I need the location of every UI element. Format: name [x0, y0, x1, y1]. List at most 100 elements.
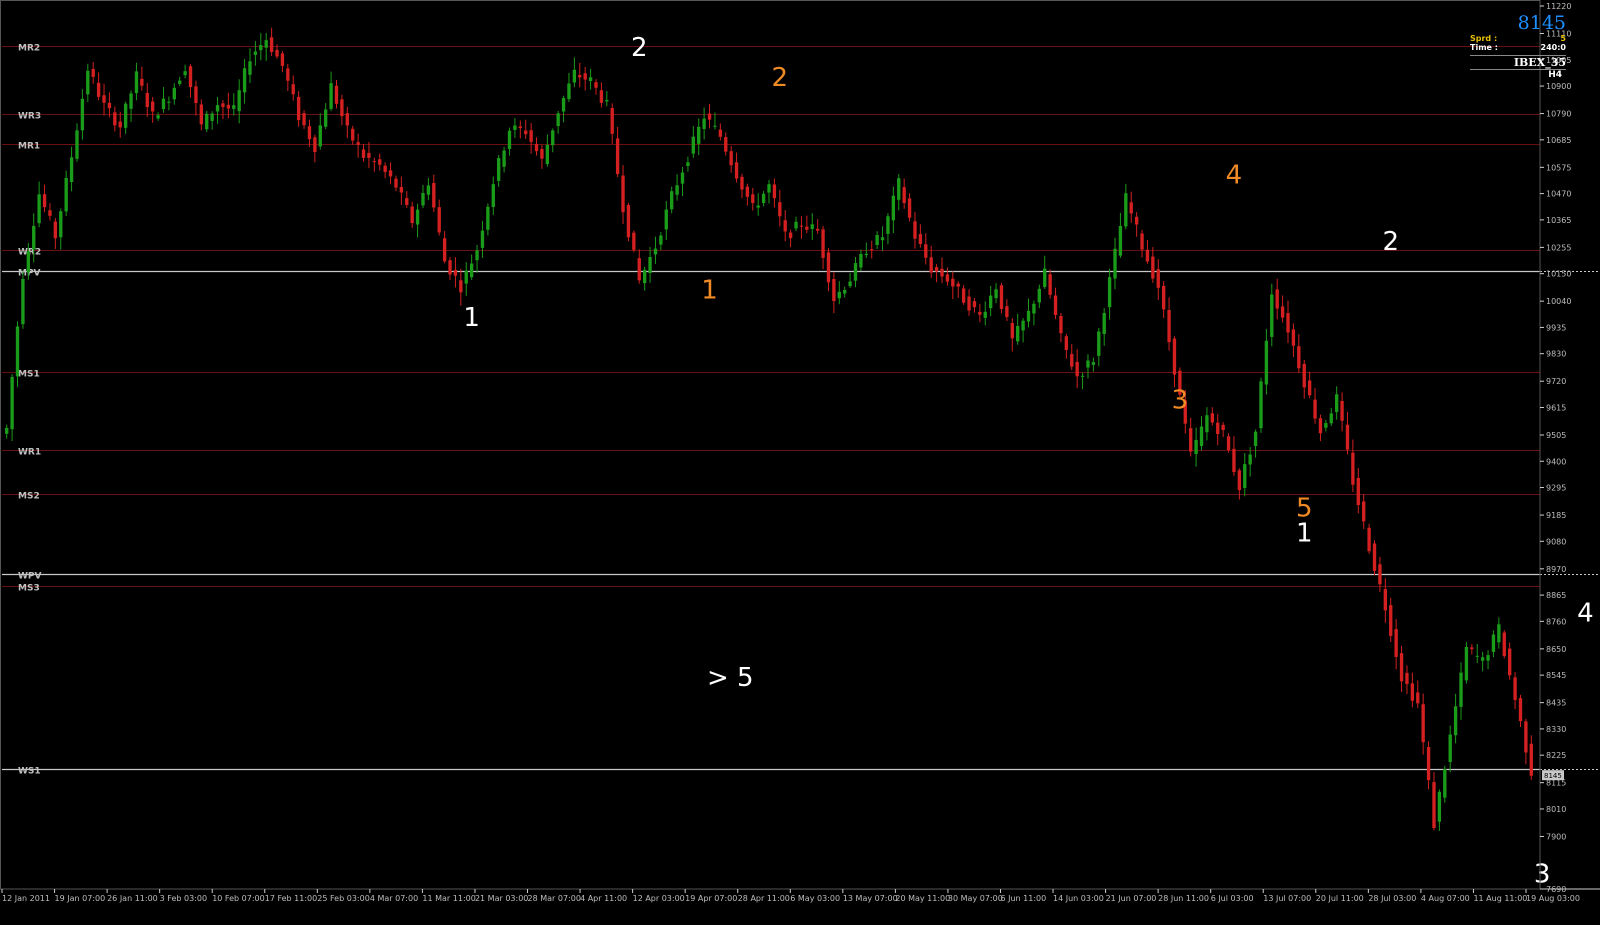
candle-body: [1334, 394, 1339, 412]
candle-body: [1059, 315, 1063, 334]
candle-body: [361, 149, 366, 158]
candle-body: [1318, 418, 1323, 434]
candle-body: [275, 49, 279, 57]
candle-body: [1345, 424, 1350, 450]
candle-body: [621, 175, 625, 213]
candle-body: [897, 178, 901, 200]
candle-body: [1221, 424, 1225, 430]
candle-body: [351, 128, 355, 141]
candle-body: [237, 90, 241, 112]
candle-body: [26, 251, 31, 273]
candle-body: [1448, 734, 1452, 762]
candle-body: [859, 253, 863, 268]
candle-body: [945, 274, 950, 282]
candle-body: [1037, 288, 1041, 303]
price-tick-label: 9935: [1546, 323, 1566, 332]
price-chart[interactable]: MR2WR3MR1WR2MPVMS1WR1MS2WPVMS3WS1 121243…: [0, 0, 1600, 921]
candle-body: [307, 126, 312, 140]
chart-background: [0, 0, 1600, 921]
candle-body: [745, 186, 750, 197]
candle-body: [707, 113, 712, 120]
price-tick-label: 9400: [1546, 457, 1566, 466]
candle-body: [853, 263, 858, 281]
candle-body: [1097, 331, 1101, 356]
time-value: 240:0: [1540, 43, 1566, 52]
candle-body: [345, 113, 349, 126]
candle-body: [10, 376, 14, 430]
candle-body: [561, 97, 566, 112]
candle-body: [42, 194, 47, 208]
candle-body: [75, 130, 79, 159]
candle-body: [891, 195, 896, 221]
candle-body: [961, 288, 966, 303]
pivot-label-wpv: WPV: [18, 572, 42, 582]
pivot-label-mr1: MR1: [18, 142, 40, 152]
candle-body: [1464, 647, 1469, 681]
time-tick-label: 11 Aug 11:00: [1473, 894, 1527, 903]
candle-body: [172, 87, 176, 100]
candle-body: [1421, 704, 1425, 743]
candle-body: [1048, 274, 1052, 295]
candle-body: [123, 103, 128, 128]
candle-body: [670, 191, 674, 210]
candle-body: [583, 73, 587, 80]
time-tick-label: 4 Apr 11:00: [580, 894, 627, 903]
candle-body: [756, 205, 760, 208]
candle-body: [32, 225, 36, 250]
time-tick-label: 21 Jun 07:00: [1106, 894, 1157, 903]
symbol-name: IBEX_35: [1470, 55, 1566, 70]
candle-body: [437, 207, 441, 233]
candle-body: [334, 85, 339, 104]
candle-body: [296, 96, 301, 121]
price-tick-label: 9185: [1546, 511, 1566, 520]
candle-body: [513, 125, 517, 130]
candle-body: [1286, 313, 1290, 333]
candle-body: [469, 263, 474, 278]
candle-body: [356, 142, 360, 145]
candle-body: [453, 269, 458, 276]
time-tick-label: 4 Mar 07:00: [370, 894, 418, 903]
candle-body: [729, 151, 733, 166]
candle-body: [1248, 454, 1252, 465]
candle-body: [599, 90, 604, 103]
candle-body: [129, 93, 133, 109]
candle-body: [1053, 295, 1058, 316]
candle-body: [442, 238, 447, 262]
candle-body: [1475, 655, 1479, 657]
candle-body: [113, 112, 117, 126]
candle-body: [280, 53, 285, 66]
price-tick-label: 10685: [1546, 136, 1571, 145]
candle-body: [150, 101, 155, 112]
candle-body: [810, 224, 814, 229]
chart-area[interactable]: MR2WR3MR1WR2MPVMS1WR1MS2WPVMS3WS1 121243…: [0, 0, 1600, 921]
candle-body: [507, 130, 512, 149]
candle-body: [264, 40, 268, 48]
candle-body: [1129, 202, 1133, 214]
candle-body: [702, 118, 706, 129]
candle-body: [664, 209, 668, 230]
candle-body: [556, 113, 560, 127]
wave-label-white-4: 4: [1577, 598, 1594, 628]
price-tick-label: 8330: [1546, 725, 1566, 734]
candle-body: [378, 159, 382, 165]
candle-body: [1156, 269, 1160, 288]
time-tick-label: 26 Jan 11:00: [107, 894, 158, 903]
time-tick-label: 30 May 07:00: [948, 894, 1003, 903]
candle-body: [1161, 285, 1166, 310]
candle-body: [718, 129, 723, 137]
candle-body: [691, 136, 695, 154]
candle-body: [1124, 193, 1128, 227]
candle-body: [951, 278, 955, 287]
candle-body: [843, 290, 847, 294]
candle-body: [864, 253, 868, 256]
candle-body: [848, 281, 852, 287]
spread-row: Sprd : 5: [1470, 34, 1566, 43]
candle-body: [1459, 672, 1463, 707]
candle-body: [907, 198, 912, 218]
candle-body: [902, 187, 906, 204]
candle-body: [772, 184, 777, 199]
candle-body: [15, 326, 20, 377]
candle-body: [145, 92, 149, 108]
candle-body: [5, 427, 9, 434]
candle-body: [302, 113, 306, 126]
